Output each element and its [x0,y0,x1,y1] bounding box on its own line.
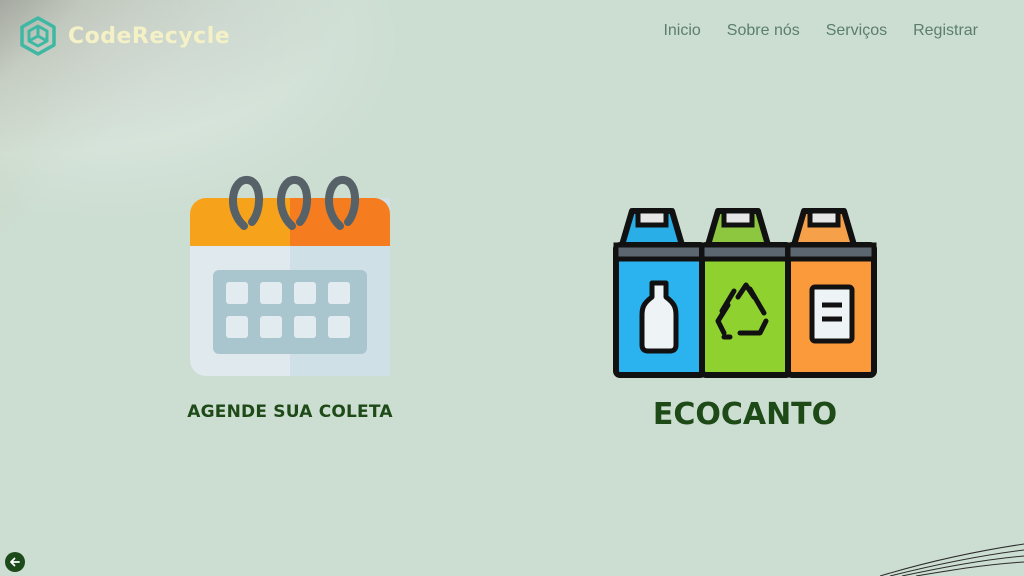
brand-name: CodeRecycle [68,23,231,49]
decorative-lines [880,543,1024,576]
main-nav: Inicio Sobre nós Serviços Registrar [663,22,978,40]
nav-link-sobre-nos[interactable]: Sobre nós [727,22,800,40]
brand[interactable]: CodeRecycle [18,16,230,56]
calendar-icon [190,176,390,376]
back-button[interactable] [5,552,25,572]
arrow-left-icon [10,557,20,567]
hexagon-logo-icon [20,16,56,56]
nav-link-inicio[interactable]: Inicio [663,22,700,40]
schedule-pickup-label: AGENDE SUA COLETA [187,402,393,422]
header: CodeRecycle Inicio Sobre nós Serviços Re… [0,0,1024,70]
nav-link-registrar[interactable]: Registrar [913,22,978,40]
ecocanto-label: ECOCANTO [652,397,838,432]
recycling-bins-icon [613,208,877,378]
ecocanto-card[interactable]: ECOCANTO [605,205,885,432]
schedule-pickup-card[interactable]: AGENDE SUA COLETA [180,170,400,422]
nav-link-servicos[interactable]: Serviços [826,22,887,40]
